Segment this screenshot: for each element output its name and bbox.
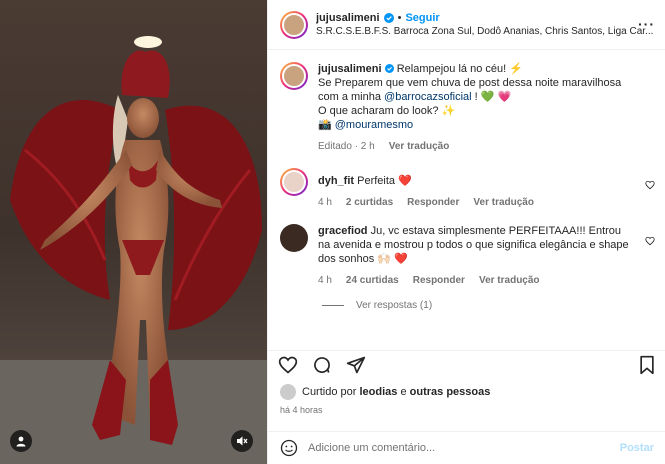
caption-avatar[interactable] bbox=[280, 62, 308, 90]
share-icon bbox=[346, 356, 366, 373]
caption-line-4: O que acharam do look? ✨ bbox=[318, 105, 456, 117]
view-replies-button[interactable]: Ver respostas (1) bbox=[322, 300, 655, 311]
comment-text: Perfeita ❤️ bbox=[357, 175, 412, 187]
heart-icon[interactable] bbox=[645, 180, 655, 190]
mention-link[interactable]: @barrocazsoficial bbox=[384, 91, 472, 103]
mute-icon bbox=[237, 436, 248, 446]
caption: jujusalimeni Relampejou lá no céu! ⚡ Se … bbox=[280, 62, 655, 154]
comment-icon bbox=[314, 356, 330, 373]
verified-icon bbox=[384, 64, 394, 73]
others-link[interactable]: outras pessoas bbox=[410, 386, 491, 398]
mute-button[interactable] bbox=[231, 430, 253, 452]
follow-button[interactable]: Seguir bbox=[405, 11, 439, 25]
commenter-avatar[interactable] bbox=[280, 224, 308, 252]
comment-item: dyh_fit Perfeita ❤️ 4 h 2 curtidas Respo… bbox=[280, 168, 655, 210]
comment-username[interactable]: dyh_fit bbox=[318, 175, 354, 187]
tagged-users-button[interactable] bbox=[10, 430, 32, 452]
view-replies-label: Ver respostas (1) bbox=[356, 300, 433, 311]
post-photo bbox=[0, 0, 267, 464]
post-media[interactable] bbox=[0, 0, 267, 464]
like-button[interactable] bbox=[278, 355, 298, 375]
commenter-avatar[interactable] bbox=[280, 168, 308, 196]
bookmark-icon bbox=[640, 355, 654, 374]
post-header: jujusalimeni • Seguir S.R.C.S.E.B.F.S. B… bbox=[268, 0, 665, 50]
comment-item: gracefiod Ju, vc estava simplesmente PER… bbox=[280, 224, 655, 288]
comment-button[interactable] bbox=[312, 355, 332, 375]
translate-link[interactable]: Ver tradução bbox=[479, 274, 540, 288]
comment-input[interactable] bbox=[308, 442, 598, 454]
caption-line-2: Se Preparem que vem chuva de post dessa … bbox=[318, 77, 622, 89]
liked-prefix: Curtido por bbox=[302, 386, 357, 398]
caption-username[interactable]: jujusalimeni bbox=[318, 63, 382, 75]
emoji-button[interactable] bbox=[280, 439, 298, 457]
heart-icon[interactable] bbox=[645, 236, 655, 246]
post-comment-button[interactable]: Postar bbox=[620, 442, 654, 454]
post-location[interactable]: S.R.C.S.E.B.F.S. Barroca Zona Sul, Dodô … bbox=[316, 25, 653, 39]
caption-line-1: Relampejou lá no céu! ⚡ bbox=[396, 63, 523, 75]
comment-username[interactable]: gracefiod bbox=[318, 225, 368, 237]
emoji-icon bbox=[280, 439, 298, 457]
post-panel: jujusalimeni • Seguir S.R.C.S.E.B.F.S. B… bbox=[267, 0, 665, 464]
comment-likes[interactable]: 2 curtidas bbox=[346, 196, 393, 210]
caption-line-3-post: ! 💚 💗 bbox=[471, 91, 512, 103]
caption-edited-time: Editado · 2 h bbox=[318, 141, 375, 152]
post-time: há 4 horas bbox=[280, 405, 323, 415]
author-username[interactable]: jujusalimeni bbox=[316, 11, 380, 25]
add-comment-bar: Postar bbox=[268, 431, 665, 464]
liked-middle: e bbox=[400, 386, 407, 398]
liker-avatar[interactable] bbox=[280, 384, 296, 400]
action-bar bbox=[268, 350, 665, 378]
comments-section: jujusalimeni Relampejou lá no céu! ⚡ Se … bbox=[268, 50, 665, 340]
author-avatar[interactable] bbox=[280, 10, 308, 39]
comment-time: 4 h bbox=[318, 197, 332, 208]
save-button[interactable] bbox=[638, 355, 656, 375]
liker-username[interactable]: leodias bbox=[359, 386, 397, 398]
more-icon[interactable]: ··· bbox=[638, 16, 655, 32]
camera-emoji: 📸 bbox=[318, 119, 335, 131]
mention-link[interactable]: @mouramesmo bbox=[335, 119, 413, 131]
translate-link[interactable]: Ver tradução bbox=[389, 140, 450, 154]
comment-likes[interactable]: 24 curtidas bbox=[346, 274, 399, 288]
heart-icon bbox=[278, 356, 298, 374]
reply-button[interactable]: Responder bbox=[407, 196, 459, 210]
liked-by: Curtido por leodias e outras pessoas bbox=[280, 384, 490, 400]
user-icon bbox=[16, 436, 26, 447]
separator-dot: • bbox=[397, 11, 402, 24]
verified-icon bbox=[383, 12, 394, 23]
post-viewer: jujusalimeni • Seguir S.R.C.S.E.B.F.S. B… bbox=[0, 0, 665, 464]
replies-divider bbox=[322, 305, 344, 306]
caption-line-3-pre: com a minha bbox=[318, 91, 385, 103]
translate-link[interactable]: Ver tradução bbox=[473, 196, 534, 210]
comment-time: 4 h bbox=[318, 275, 332, 286]
share-button[interactable] bbox=[346, 355, 366, 375]
reply-button[interactable]: Responder bbox=[413, 274, 465, 288]
